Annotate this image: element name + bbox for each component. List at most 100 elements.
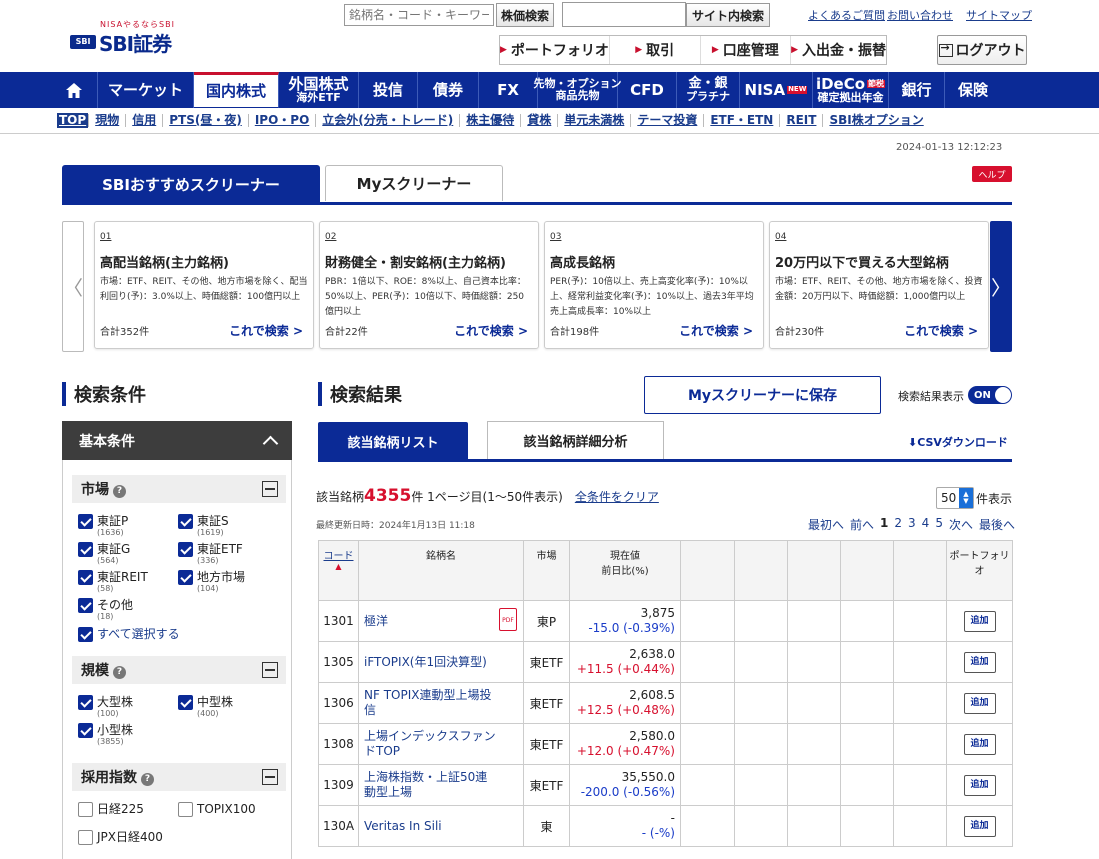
add-portfolio-button[interactable]: 追加	[963, 651, 996, 673]
pager-page-4[interactable]: 4	[922, 516, 930, 533]
tab-sbi-screener[interactable]: SBIおすすめスクリーナー	[62, 165, 320, 203]
carousel-prev-button[interactable]: 〈	[62, 221, 84, 352]
subnav-ipo[interactable]: IPO・PO	[247, 114, 315, 127]
cell-name[interactable]: NF TOPIX連動型上場投信	[358, 682, 524, 724]
checkbox-mid-cap[interactable]: 中型株 (400)	[178, 695, 233, 718]
checkbox-jpx400[interactable]: JPX日経400	[78, 830, 163, 845]
nav-insurance[interactable]: 保険	[945, 72, 1001, 108]
nav-fx[interactable]: FX	[479, 72, 538, 108]
checkbox-large-cap[interactable]: 大型株 (100)	[78, 695, 133, 718]
nav-market[interactable]: マーケット	[98, 72, 194, 108]
subnav-benefits[interactable]: 株主優待	[459, 114, 520, 127]
site-search-button[interactable]: サイト内検索	[686, 3, 770, 27]
contact-link[interactable]: お問い合わせ	[887, 7, 953, 23]
nav-futures[interactable]: 先物・オプション 商品先物	[534, 72, 622, 108]
cell-name[interactable]: 上場インデックスファンドTOP	[358, 723, 524, 765]
collapse-icon[interactable]	[262, 481, 278, 497]
csv-download-link[interactable]: ⬇CSVダウンロード	[908, 434, 1008, 450]
cell-name[interactable]: iFTOPIX(年1回決算型)	[358, 641, 524, 683]
market-group-header[interactable]: 市場?	[72, 475, 286, 503]
subnav-top[interactable]: TOP	[57, 113, 89, 128]
nav-gold[interactable]: 金・銀 プラチナ	[677, 72, 740, 108]
index-group-header[interactable]: 採用指数?	[72, 763, 286, 791]
save-my-screener-button[interactable]: Myスクリーナーに保存	[644, 376, 881, 414]
checkbox-local-market[interactable]: 地方市場 (104)	[178, 570, 245, 593]
quicknav-account[interactable]: ▶ 口座管理	[701, 36, 792, 64]
checkbox-small-cap[interactable]: 小型株 (3855)	[78, 723, 133, 746]
nav-bank[interactable]: 銀行	[889, 72, 945, 108]
pager-last[interactable]: 最後へ	[979, 516, 1015, 533]
pager-prev[interactable]: 前へ	[850, 516, 874, 533]
carousel-next-button[interactable]: 〉	[990, 221, 1012, 352]
subnav-reit[interactable]: REIT	[779, 114, 822, 127]
tab-my-screener[interactable]: Myスクリーナー	[325, 165, 503, 201]
quicknav-transfer[interactable]: ▶ 入出金・振替	[791, 36, 886, 64]
card-search-link[interactable]: これで検索 >	[904, 322, 978, 339]
cell-name[interactable]: Veritas In Sili	[358, 805, 524, 847]
card-search-link[interactable]: これで検索 >	[454, 322, 528, 339]
scale-group-header[interactable]: 規模?	[72, 656, 286, 684]
nav-ideco[interactable]: iDeCo 節税 確定拠出年金	[813, 72, 889, 108]
price-search-button[interactable]: 株価検索	[496, 3, 554, 27]
card-search-link[interactable]: これで検索 >	[229, 322, 303, 339]
basic-conditions-toggle[interactable]: 基本条件	[62, 421, 292, 460]
question-icon[interactable]: ?	[141, 773, 154, 786]
nav-foreign-stock[interactable]: 外国株式 海外ETF	[279, 72, 359, 108]
nav-funds[interactable]: 投信	[359, 72, 418, 108]
logout-button[interactable]: ログアウト	[937, 35, 1027, 65]
checkbox-tse-standard[interactable]: 東証S (1619)	[178, 514, 229, 537]
nav-nisa[interactable]: NISA NEW	[740, 72, 813, 108]
quicknav-trade[interactable]: ▶ 取引	[610, 36, 701, 64]
subnav-offfloor[interactable]: 立会外(分売・トレード)	[315, 114, 459, 127]
nav-home[interactable]	[50, 72, 98, 108]
checkbox-tse-prime[interactable]: 東証P (1636)	[78, 514, 128, 537]
help-button[interactable]: ヘルプ	[972, 166, 1012, 182]
collapse-icon[interactable]	[262, 769, 278, 785]
nav-cfd[interactable]: CFD	[618, 72, 677, 108]
add-portfolio-button[interactable]: 追加	[963, 610, 996, 632]
screener-card[interactable]: 01 高配当銘柄(主力銘柄) 市場：ETF、REIT、その他、地方市場を除く、配…	[94, 221, 314, 349]
subnav-lending[interactable]: 貸株	[520, 114, 557, 127]
cell-name[interactable]: 上海株指数・上証50連動型上場	[358, 764, 524, 806]
screener-card[interactable]: 04 20万円以下で買える大型銘柄 市場：ETF、REIT、その他、地方市場を除…	[769, 221, 989, 349]
add-portfolio-button[interactable]: 追加	[963, 692, 996, 714]
subnav-option[interactable]: SBI株オプション	[822, 114, 929, 127]
tab-result-analysis[interactable]: 該当銘柄詳細分析	[487, 421, 664, 459]
card-search-link[interactable]: これで検索 >	[679, 322, 753, 339]
nav-bonds[interactable]: 債券	[418, 72, 479, 108]
sitemap-link[interactable]: サイトマップ	[966, 7, 1032, 23]
pager-next[interactable]: 次へ	[949, 516, 973, 533]
screener-card[interactable]: 02 財務健全・割安銘柄(主力銘柄) PBR：1倍以下、ROE：8%以上、自己資…	[319, 221, 539, 349]
subnav-spot[interactable]: 現物	[88, 114, 125, 127]
quicknav-portfolio[interactable]: ▶ ポートフォリオ	[500, 36, 610, 64]
per-page-select[interactable]: 50 ▲ ▼	[936, 487, 974, 509]
question-icon[interactable]: ?	[113, 666, 126, 679]
add-portfolio-button[interactable]: 追加	[963, 815, 996, 837]
site-search-input[interactable]	[562, 2, 686, 27]
question-icon[interactable]: ?	[113, 485, 126, 498]
collapse-icon[interactable]	[262, 662, 278, 678]
subnav-odd-lot[interactable]: 単元未満株	[557, 114, 630, 127]
subnav-theme[interactable]: テーマ投資	[630, 114, 703, 127]
checkbox-nikkei225[interactable]: 日経225	[78, 802, 144, 817]
stock-search-input[interactable]	[344, 4, 494, 26]
checkbox-tse-etf[interactable]: 東証ETF (336)	[178, 542, 243, 565]
checkbox-other[interactable]: その他 (18)	[78, 598, 133, 621]
checkbox-select-all[interactable]: すべて選択する	[78, 627, 180, 642]
pager-page-3[interactable]: 3	[908, 516, 916, 533]
cell-name[interactable]: 極洋 PDF	[358, 600, 524, 642]
add-portfolio-button[interactable]: 追加	[963, 733, 996, 755]
subnav-margin[interactable]: 信用	[125, 114, 162, 127]
screener-card[interactable]: 03 高成長銘柄 PER(予)：10倍以上、売上高変化率(予)：10%以上、経常…	[544, 221, 764, 349]
col-code[interactable]: コード ▲	[318, 540, 359, 601]
subnav-etf[interactable]: ETF・ETN	[703, 114, 779, 127]
subnav-pts[interactable]: PTS(昼・夜)	[162, 114, 248, 127]
checkbox-tse-reit[interactable]: 東証REIT (58)	[78, 570, 148, 593]
pager-page-2[interactable]: 2	[894, 516, 902, 533]
clear-all-link[interactable]: 全条件をクリア	[575, 488, 659, 505]
sbi-logo[interactable]: NISAやるならSBI SBI SBI証券	[70, 19, 180, 56]
pdf-icon[interactable]: PDF	[499, 608, 517, 631]
nav-domestic-stock[interactable]: 国内株式	[194, 72, 279, 108]
faq-link[interactable]: よくあるご質問	[808, 7, 885, 23]
pager-first[interactable]: 最初へ	[808, 516, 844, 533]
